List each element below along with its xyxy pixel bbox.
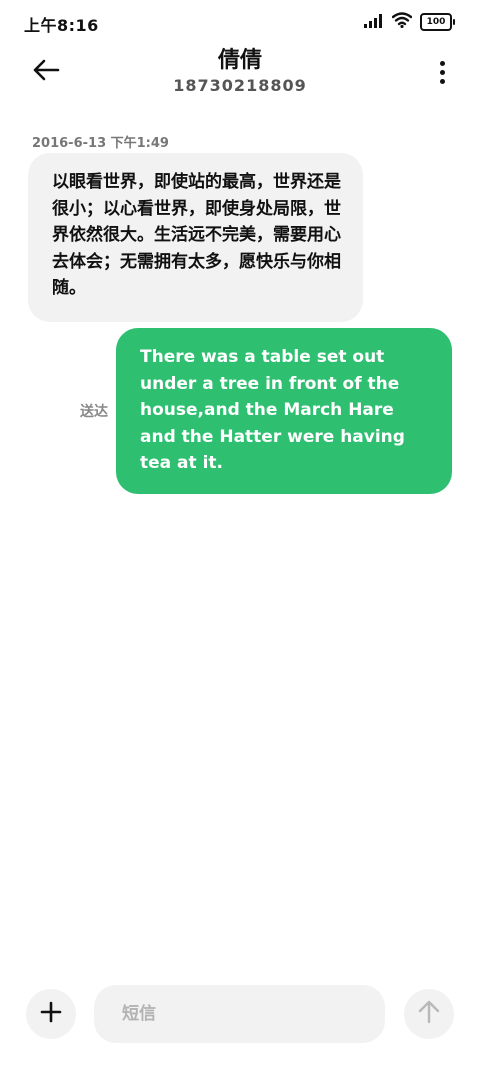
plus-icon [40, 1001, 62, 1027]
status-icons: 100 [364, 12, 455, 32]
received-message-bubble[interactable]: 以眼看世界，即使站的最高，世界还是很小；以心看世界，即使身处局限，世界依然很大。… [28, 153, 363, 322]
sent-message-bubble[interactable]: There was a table set out under a tree i… [116, 328, 452, 494]
status-time: 上午8:16 [24, 16, 99, 35]
more-vertical-icon-dot [439, 60, 445, 66]
signal-icon [364, 13, 384, 32]
message-timestamp: 2016-6-13 下午1:49 [32, 136, 169, 151]
contact-number: 18730218809 [173, 76, 307, 95]
more-vertical-icon-dot [439, 69, 445, 75]
sms-input[interactable]: 短信 [94, 985, 385, 1043]
battery-icon: 100 [420, 13, 455, 31]
status-bar: 上午8:16 100 [0, 0, 480, 44]
arrow-up-icon [418, 1000, 440, 1028]
more-vertical-icon-dot [439, 78, 445, 84]
wifi-icon [391, 12, 413, 32]
add-attachment-button[interactable] [26, 989, 76, 1039]
contact-name: 倩倩 [217, 48, 262, 73]
delivery-status: 送达 [80, 404, 108, 420]
more-options-button[interactable] [430, 54, 454, 90]
send-button[interactable] [404, 989, 454, 1039]
